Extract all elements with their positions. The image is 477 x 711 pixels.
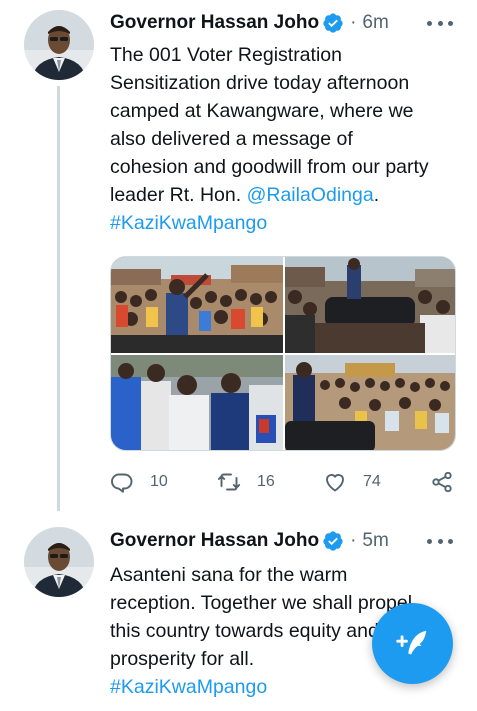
author-name[interactable]: Governor Hassan Joho — [110, 12, 319, 34]
verified-badge-icon — [323, 13, 343, 33]
timestamp[interactable]: 5m — [362, 530, 388, 552]
tweet[interactable]: Governor Hassan Joho · 6m The 001 Voter … — [0, 0, 477, 515]
reply-button[interactable]: 10 — [110, 470, 168, 494]
share-icon — [432, 471, 452, 493]
like-button[interactable]: 74 — [323, 470, 381, 494]
avatar-photo — [24, 10, 94, 80]
tweet-header: Governor Hassan Joho · 5m — [110, 528, 467, 554]
tweet-text-line: Sensitization drive today afternoon — [110, 72, 410, 94]
crowd-photo — [285, 257, 455, 353]
tweet-text-line: cohesion and goodwill from our party — [110, 156, 429, 178]
tweet-text-fragment: leader Rt. Hon. — [110, 184, 247, 206]
mention-link[interactable]: @RailaOdinga — [247, 184, 374, 206]
tweet-actions: 10 16 74 — [110, 468, 460, 496]
avatar[interactable] — [24, 527, 94, 597]
verified-badge-icon — [323, 531, 343, 551]
separator-dot: · — [350, 12, 357, 33]
thread-line — [57, 86, 60, 511]
compose-tweet-button[interactable] — [372, 603, 453, 684]
avatar[interactable] — [24, 10, 94, 80]
like-count: 74 — [363, 473, 381, 490]
retweet-count: 16 — [257, 473, 275, 490]
reply-icon — [111, 473, 133, 493]
compose-tweet-icon — [395, 630, 426, 654]
tweet-text: The 001 Voter Registration Sensitization… — [110, 41, 466, 237]
avatar-photo — [24, 527, 94, 597]
crowd-photo — [285, 355, 455, 450]
photo-3[interactable] — [111, 355, 283, 450]
tweet-text-fragment: . — [373, 184, 380, 206]
timestamp[interactable]: 6m — [362, 12, 388, 34]
share-button[interactable] — [430, 470, 454, 494]
tweet-header: Governor Hassan Joho · 6m — [110, 10, 467, 36]
separator-dot: · — [350, 530, 357, 551]
tweet-text-line: camped at Kawangware, where we — [110, 100, 414, 122]
tweet-text-line: also delivered a message of — [110, 128, 353, 150]
media-grid — [110, 256, 456, 451]
more-options-icon[interactable] — [427, 530, 453, 552]
photo-4[interactable] — [285, 355, 455, 450]
hashtag-link[interactable]: #KaziKwaMpango — [110, 209, 466, 237]
retweet-button[interactable]: 16 — [217, 470, 275, 494]
tweet-text-line: Asanteni sana for the warm — [110, 564, 348, 586]
photo-1[interactable] — [111, 257, 283, 353]
tweet-text-line: The 001 Voter Registration — [110, 44, 342, 66]
author-name[interactable]: Governor Hassan Joho — [110, 530, 319, 552]
reply-count: 10 — [150, 473, 168, 490]
tweet-text-line: leader Rt. Hon. @RailaOdinga. — [110, 181, 466, 209]
crowd-photo — [111, 355, 283, 450]
crowd-photo — [111, 257, 283, 353]
more-options-icon[interactable] — [427, 12, 453, 34]
photo-2[interactable] — [285, 257, 455, 353]
retweet-icon — [217, 473, 241, 491]
heart-icon — [326, 474, 344, 492]
